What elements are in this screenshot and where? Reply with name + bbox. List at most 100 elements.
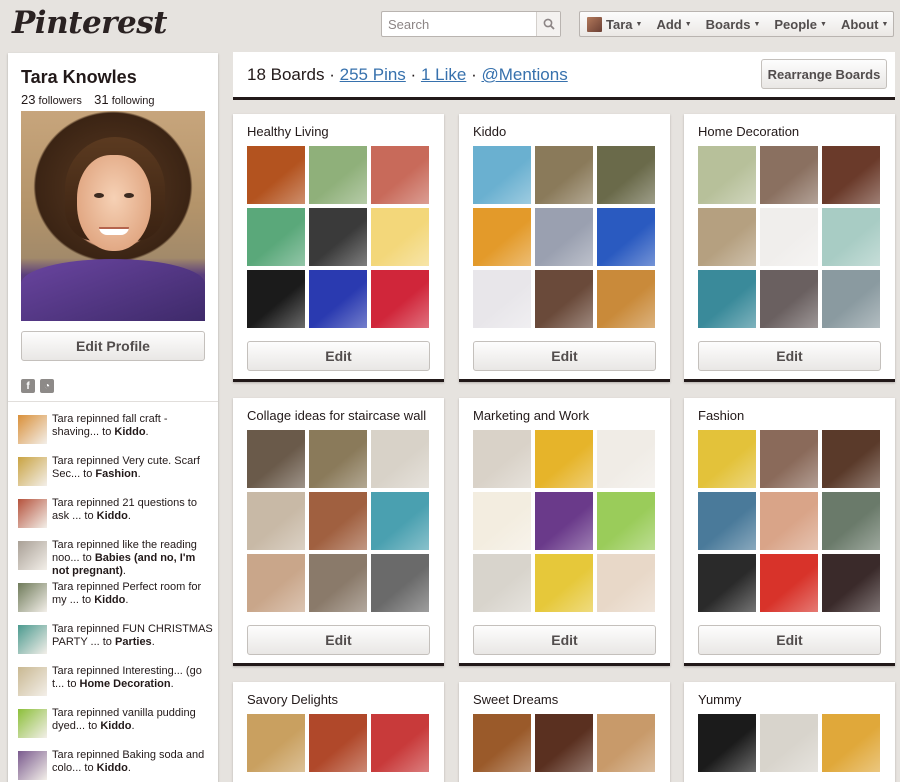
followers-count[interactable]: 23 [21, 92, 35, 107]
pin-thumbnail[interactable] [247, 714, 305, 772]
board-title[interactable]: Fashion [698, 408, 744, 423]
pin-thumbnail[interactable] [371, 714, 429, 772]
pin-thumbnail[interactable] [822, 208, 880, 266]
pin-thumbnail[interactable] [309, 714, 367, 772]
pin-thumbnail[interactable] [597, 714, 655, 772]
activity-item[interactable]: Tara repinned Perfect room for my ... to… [18, 581, 214, 623]
rss-icon[interactable]: ◔ [40, 379, 54, 393]
activity-board-link[interactable]: Kiddo [97, 510, 128, 522]
pin-thumbnail[interactable] [597, 146, 655, 204]
pin-thumbnail[interactable] [473, 270, 531, 328]
facebook-icon[interactable]: f [21, 379, 35, 393]
activity-item[interactable]: Tara repinned Interesting... (go t... to… [18, 665, 214, 707]
board-title[interactable]: Kiddo [473, 124, 506, 139]
following-label[interactable]: following [112, 95, 155, 107]
edit-board-button[interactable]: Edit [698, 341, 881, 371]
board-card[interactable]: Kiddo Edit [459, 114, 670, 382]
pin-thumbnail[interactable] [698, 270, 756, 328]
activity-thumbnail[interactable] [18, 625, 47, 654]
activity-item[interactable]: Tara repinned like the reading noo... to… [18, 539, 214, 581]
pin-thumbnail[interactable] [473, 714, 531, 772]
pin-thumbnail[interactable] [597, 208, 655, 266]
likes-link[interactable]: 1 Like [421, 65, 466, 84]
pin-thumbnail[interactable] [597, 430, 655, 488]
pin-thumbnail[interactable] [535, 430, 593, 488]
pin-thumbnail[interactable] [473, 146, 531, 204]
pin-thumbnail[interactable] [698, 554, 756, 612]
activity-thumbnail[interactable] [18, 667, 47, 696]
search-input[interactable] [382, 12, 536, 36]
activity-item[interactable]: Tara repinned FUN CHRISTMAS PARTY ... to… [18, 623, 214, 665]
pin-thumbnail[interactable] [473, 554, 531, 612]
activity-board-link[interactable]: Fashion [95, 468, 137, 480]
pin-thumbnail[interactable] [535, 714, 593, 772]
board-card[interactable]: Marketing and Work Edit [459, 398, 670, 666]
activity-thumbnail[interactable] [18, 709, 47, 738]
board-title[interactable]: Yummy [698, 692, 741, 707]
pin-thumbnail[interactable] [535, 554, 593, 612]
nav-user-menu[interactable]: Tara ▼ [580, 12, 649, 36]
pin-thumbnail[interactable] [760, 270, 818, 328]
pin-thumbnail[interactable] [597, 270, 655, 328]
edit-board-button[interactable]: Edit [473, 625, 656, 655]
activity-item[interactable]: Tara repinned Baking soda and colo... to… [18, 749, 214, 782]
pin-thumbnail[interactable] [698, 146, 756, 204]
board-title[interactable]: Marketing and Work [473, 408, 589, 423]
pin-thumbnail[interactable] [247, 430, 305, 488]
pin-thumbnail[interactable] [760, 714, 818, 772]
edit-board-button[interactable]: Edit [247, 625, 430, 655]
nav-boards-menu[interactable]: Boards ▼ [699, 12, 768, 36]
pin-thumbnail[interactable] [822, 492, 880, 550]
pin-thumbnail[interactable] [760, 554, 818, 612]
activity-item[interactable]: Tara repinned Very cute. Scarf Sec... to… [18, 455, 214, 497]
search-button[interactable] [536, 12, 560, 36]
followers-label[interactable]: followers [39, 95, 82, 107]
activity-thumbnail[interactable] [18, 499, 47, 528]
pin-thumbnail[interactable] [371, 270, 429, 328]
pin-thumbnail[interactable] [371, 430, 429, 488]
board-card[interactable]: Sweet Dreams [459, 682, 670, 782]
pin-thumbnail[interactable] [822, 554, 880, 612]
board-card[interactable]: Fashion Edit [684, 398, 895, 666]
pin-thumbnail[interactable] [822, 714, 880, 772]
board-title[interactable]: Savory Delights [247, 692, 338, 707]
rearrange-boards-button[interactable]: Rearrange Boards [761, 59, 887, 89]
board-title[interactable]: Collage ideas for staircase wall [247, 408, 426, 423]
pin-thumbnail[interactable] [535, 270, 593, 328]
board-card[interactable]: Yummy [684, 682, 895, 782]
activity-thumbnail[interactable] [18, 541, 47, 570]
board-card[interactable]: Collage ideas for staircase wall Edit [233, 398, 444, 666]
activity-item[interactable]: Tara repinned fall craft - shaving... to… [18, 413, 214, 455]
edit-board-button[interactable]: Edit [247, 341, 430, 371]
board-title[interactable]: Sweet Dreams [473, 692, 558, 707]
pin-thumbnail[interactable] [473, 430, 531, 488]
pin-thumbnail[interactable] [822, 430, 880, 488]
activity-board-link[interactable]: Kiddo [100, 720, 131, 732]
pin-thumbnail[interactable] [698, 208, 756, 266]
pin-thumbnail[interactable] [247, 270, 305, 328]
board-card[interactable]: Healthy Living Edit [233, 114, 444, 382]
edit-profile-button[interactable]: Edit Profile [21, 331, 205, 361]
board-card[interactable]: Savory Delights [233, 682, 444, 782]
following-count[interactable]: 31 [94, 92, 108, 107]
pin-thumbnail[interactable] [247, 554, 305, 612]
pin-thumbnail[interactable] [309, 554, 367, 612]
pin-thumbnail[interactable] [309, 492, 367, 550]
pin-thumbnail[interactable] [309, 208, 367, 266]
board-card[interactable]: Home Decoration Edit [684, 114, 895, 382]
pin-thumbnail[interactable] [371, 146, 429, 204]
nav-about-menu[interactable]: About ▼ [834, 12, 895, 36]
pin-thumbnail[interactable] [371, 492, 429, 550]
activity-board-link[interactable]: Parties [115, 636, 152, 648]
activity-thumbnail[interactable] [18, 457, 47, 486]
pin-thumbnail[interactable] [309, 430, 367, 488]
pin-thumbnail[interactable] [535, 208, 593, 266]
pin-thumbnail[interactable] [822, 146, 880, 204]
pin-thumbnail[interactable] [698, 492, 756, 550]
pin-thumbnail[interactable] [371, 554, 429, 612]
nav-people-menu[interactable]: People ▼ [767, 12, 834, 36]
pin-thumbnail[interactable] [247, 146, 305, 204]
board-title[interactable]: Home Decoration [698, 124, 799, 139]
activity-thumbnail[interactable] [18, 751, 47, 780]
activity-board-link[interactable]: Kiddo [94, 594, 125, 606]
